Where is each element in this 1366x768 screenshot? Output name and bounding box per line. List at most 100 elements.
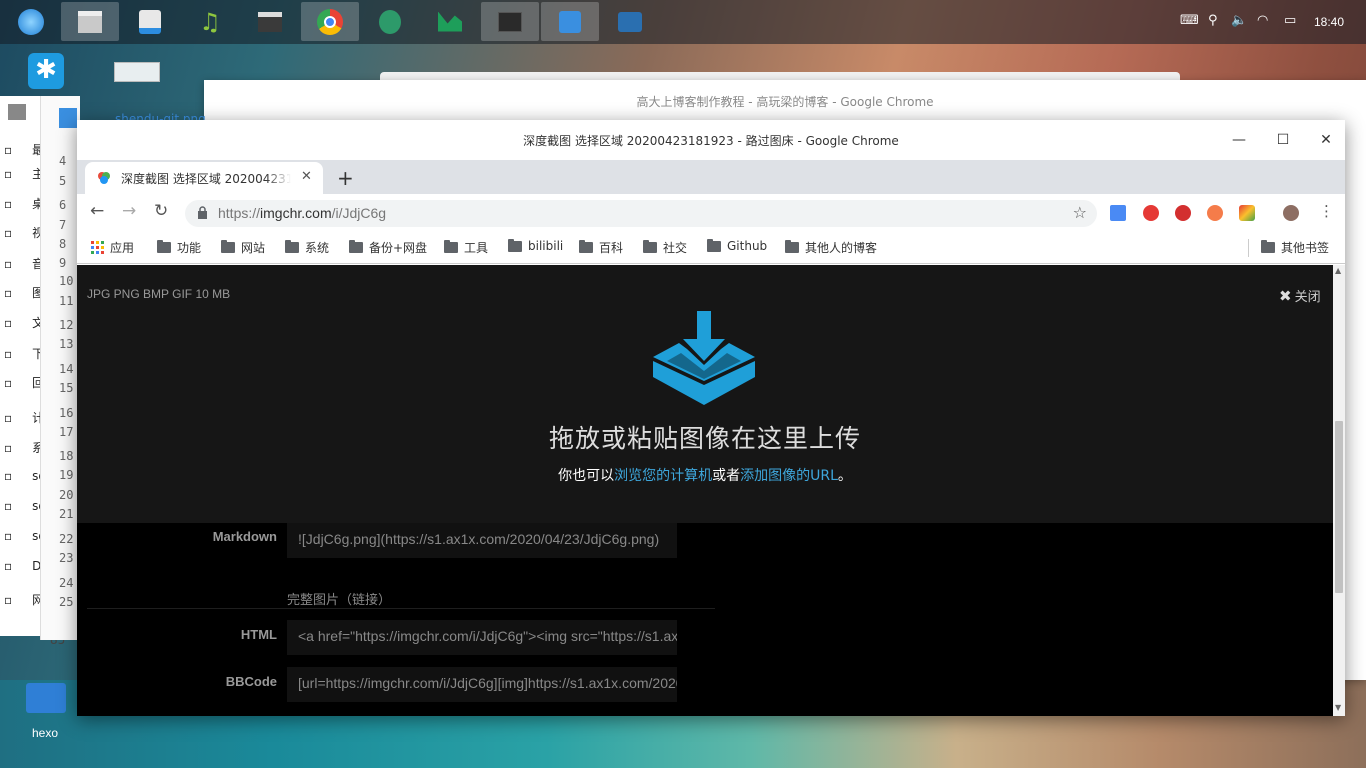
bookmark-folder-others-blogs[interactable]: 其他人的博客 [785, 239, 877, 256]
sidebar-item[interactable]: ▫ 桌 [4, 195, 44, 212]
sidebar-item[interactable]: ▫ 最 [4, 141, 44, 158]
bookmark-folder-social[interactable]: 社交 [643, 239, 687, 256]
bookmark-folder-wiki[interactable]: 百科 [579, 239, 623, 256]
terminal-icon[interactable] [481, 2, 539, 41]
bookmarks-bar: 应用 功能 网站 系统 备份+网盘 工具 bilibili 百科 社交 Gith… [77, 232, 1345, 264]
usb-icon[interactable]: ⚲ [1208, 13, 1218, 28]
tab-active[interactable]: 深度截图 选择区域 20200423181923 - 路过图床 ✕ [85, 162, 323, 194]
launcher-icon[interactable] [2, 2, 60, 41]
sidebar-item[interactable]: ▫ 下 [4, 345, 44, 362]
line-number: 17 [59, 425, 74, 439]
bookmark-folder-tools[interactable]: 工具 [444, 239, 488, 256]
sidebar-item-icon: ▫ [4, 410, 13, 425]
menu-kebab-icon[interactable]: ⋮ [1319, 202, 1334, 220]
line-number: 22 [59, 532, 74, 546]
infinity-extension-icon[interactable] [1207, 205, 1223, 221]
tab-favicon-icon [98, 172, 110, 184]
video-icon[interactable] [241, 2, 299, 41]
music-icon[interactable]: ♫ [181, 2, 239, 41]
wifi-icon[interactable]: ◠ [1257, 13, 1268, 28]
close-upload-button[interactable]: ✖ 关闭 [1279, 286, 1321, 306]
maximize-button[interactable]: ☐ [1271, 128, 1295, 152]
screenshot-thumbnail[interactable] [114, 62, 160, 82]
bookmark-label: 功能 [177, 241, 202, 255]
line-number: 5 [59, 174, 67, 188]
taskbar: ♫ ⌨ ⚲ 🔈 ◠ ▭ 18:40 [0, 0, 1366, 44]
markdown-code-field[interactable]: ![JdjC6g.png](https://s1.ax1x.com/2020/0… [287, 523, 677, 558]
sidebar-item-icon: ▫ [4, 559, 13, 573]
reload-button[interactable]: ↻ [154, 201, 168, 221]
bbcode-code-field[interactable]: [url=https://imgchr.com/i/JdjC6g][img]ht… [287, 667, 677, 702]
sidebar-item[interactable]: ▫ 网 [4, 591, 44, 608]
bookmark-other[interactable]: 其他书签 [1261, 239, 1329, 256]
sidebar-item[interactable]: ▫ 计 [4, 409, 44, 426]
bookmark-folder-system[interactable]: 系统 [285, 239, 329, 256]
screenshot-icon[interactable] [601, 2, 659, 41]
new-tab-button[interactable]: + [337, 166, 354, 190]
scroll-down-icon[interactable]: ▼ [1335, 703, 1341, 712]
back-button[interactable]: ← [90, 201, 104, 221]
sidebar-item[interactable]: ▫ 文 [4, 314, 44, 331]
editor-icon[interactable] [541, 2, 599, 41]
colorful-extension-icon[interactable] [1239, 205, 1255, 221]
forward-button[interactable]: → [122, 201, 136, 221]
bookmark-folder-backup[interactable]: 备份+网盘 [349, 239, 427, 256]
page-scrollbar[interactable]: ▲ ▼ [1333, 265, 1345, 716]
browse-computer-link[interactable]: 浏览您的计算机 [614, 468, 712, 484]
bookmark-folder-functions[interactable]: 功能 [157, 239, 201, 256]
lightning-extension-icon[interactable] [1143, 205, 1159, 221]
tab-close-icon[interactable]: ✕ [301, 169, 312, 184]
window-titlebar[interactable]: 深度截图 选择区域 20200423181923 - 路过图床 - Google… [77, 120, 1345, 160]
minimize-button[interactable]: — [1227, 128, 1251, 152]
settings-tool-icon[interactable] [361, 2, 419, 41]
folder-icon [643, 240, 657, 253]
line-number: 23 [59, 551, 74, 565]
bookmark-folder-websites[interactable]: 网站 [221, 239, 265, 256]
line-number: 7 [59, 218, 67, 232]
sidebar-item[interactable]: ▫ 视 [4, 224, 44, 241]
bookmark-label: Github [727, 239, 768, 253]
folder-icon[interactable] [26, 683, 66, 713]
sidebar-item[interactable]: ▫ 回 [4, 374, 44, 391]
deepin-desktop-icon[interactable]: ✱ [28, 53, 64, 89]
html-code-field[interactable]: <a href="https://imgchr.com/i/JdjC6g"><i… [287, 620, 677, 655]
scrollbar-thumb[interactable] [1335, 421, 1343, 593]
battery-icon[interactable]: ▭ [1284, 13, 1296, 28]
bookmark-star-icon[interactable]: ☆ [1073, 203, 1087, 222]
sidebar-item-icon: ▫ [4, 469, 13, 483]
close-window-button[interactable]: ✕ [1314, 128, 1338, 152]
volume-icon[interactable]: 🔈 [1231, 13, 1247, 28]
section-label: 完整图片（链接） [287, 593, 392, 608]
bookmark-folder-github[interactable]: Github [707, 238, 768, 253]
sidebar-item[interactable]: ▫ 图 [4, 284, 44, 301]
bookmark-label: 网站 [241, 241, 266, 255]
address-bar[interactable]: https://imgchr.com/i/JdjC6g ☆ [185, 200, 1097, 227]
scroll-up-icon[interactable]: ▲ [1335, 266, 1341, 275]
bookmark-label: bilibili [528, 239, 564, 253]
bookmark-folder-bilibili[interactable]: bilibili [508, 238, 564, 253]
chrome-icon[interactable] [301, 2, 359, 41]
file-manager-icon[interactable] [61, 2, 119, 41]
window-title: 深度截图 选择区域 20200423181923 - 路过图床 - Google… [523, 134, 899, 148]
desktop-folder-label[interactable]: hexo [32, 726, 58, 740]
bookmark-apps[interactable]: 应用 [91, 239, 134, 256]
folder-icon [579, 240, 593, 253]
keyboard-icon[interactable]: ⌨ [1180, 13, 1199, 28]
sidebar-item[interactable]: ▫ 音 [4, 255, 44, 272]
sidebar-item[interactable]: ▫ 主 [4, 165, 44, 182]
translate-extension-icon[interactable] [1110, 205, 1126, 221]
sidebar-item-icon: ▫ [4, 196, 13, 211]
upload-drop-zone[interactable]: JPG PNG BMP GIF 10 MB ✖ 关闭 拖放或粘贴图像在这里上传 … [77, 265, 1333, 523]
system-monitor-icon[interactable] [421, 2, 479, 41]
sidebar-item[interactable]: ▫ 系 [4, 439, 44, 456]
page-content: JPG PNG BMP GIF 10 MB ✖ 关闭 拖放或粘贴图像在这里上传 … [77, 265, 1333, 716]
adblock-plus-icon[interactable] [1175, 205, 1191, 221]
folder-icon [285, 240, 299, 253]
background-window-title: 高大上博客制作教程 - 高玩梁的博客 - Google Chrome [636, 95, 934, 109]
editor-app-icon [59, 108, 77, 128]
store-icon[interactable] [121, 2, 179, 41]
tab-strip: 深度截图 选择区域 20200423181923 - 路过图床 ✕ + [77, 160, 1345, 194]
folder-icon [707, 238, 721, 252]
profile-avatar[interactable] [1283, 205, 1299, 221]
add-url-link[interactable]: 添加图像的URL [740, 468, 838, 484]
